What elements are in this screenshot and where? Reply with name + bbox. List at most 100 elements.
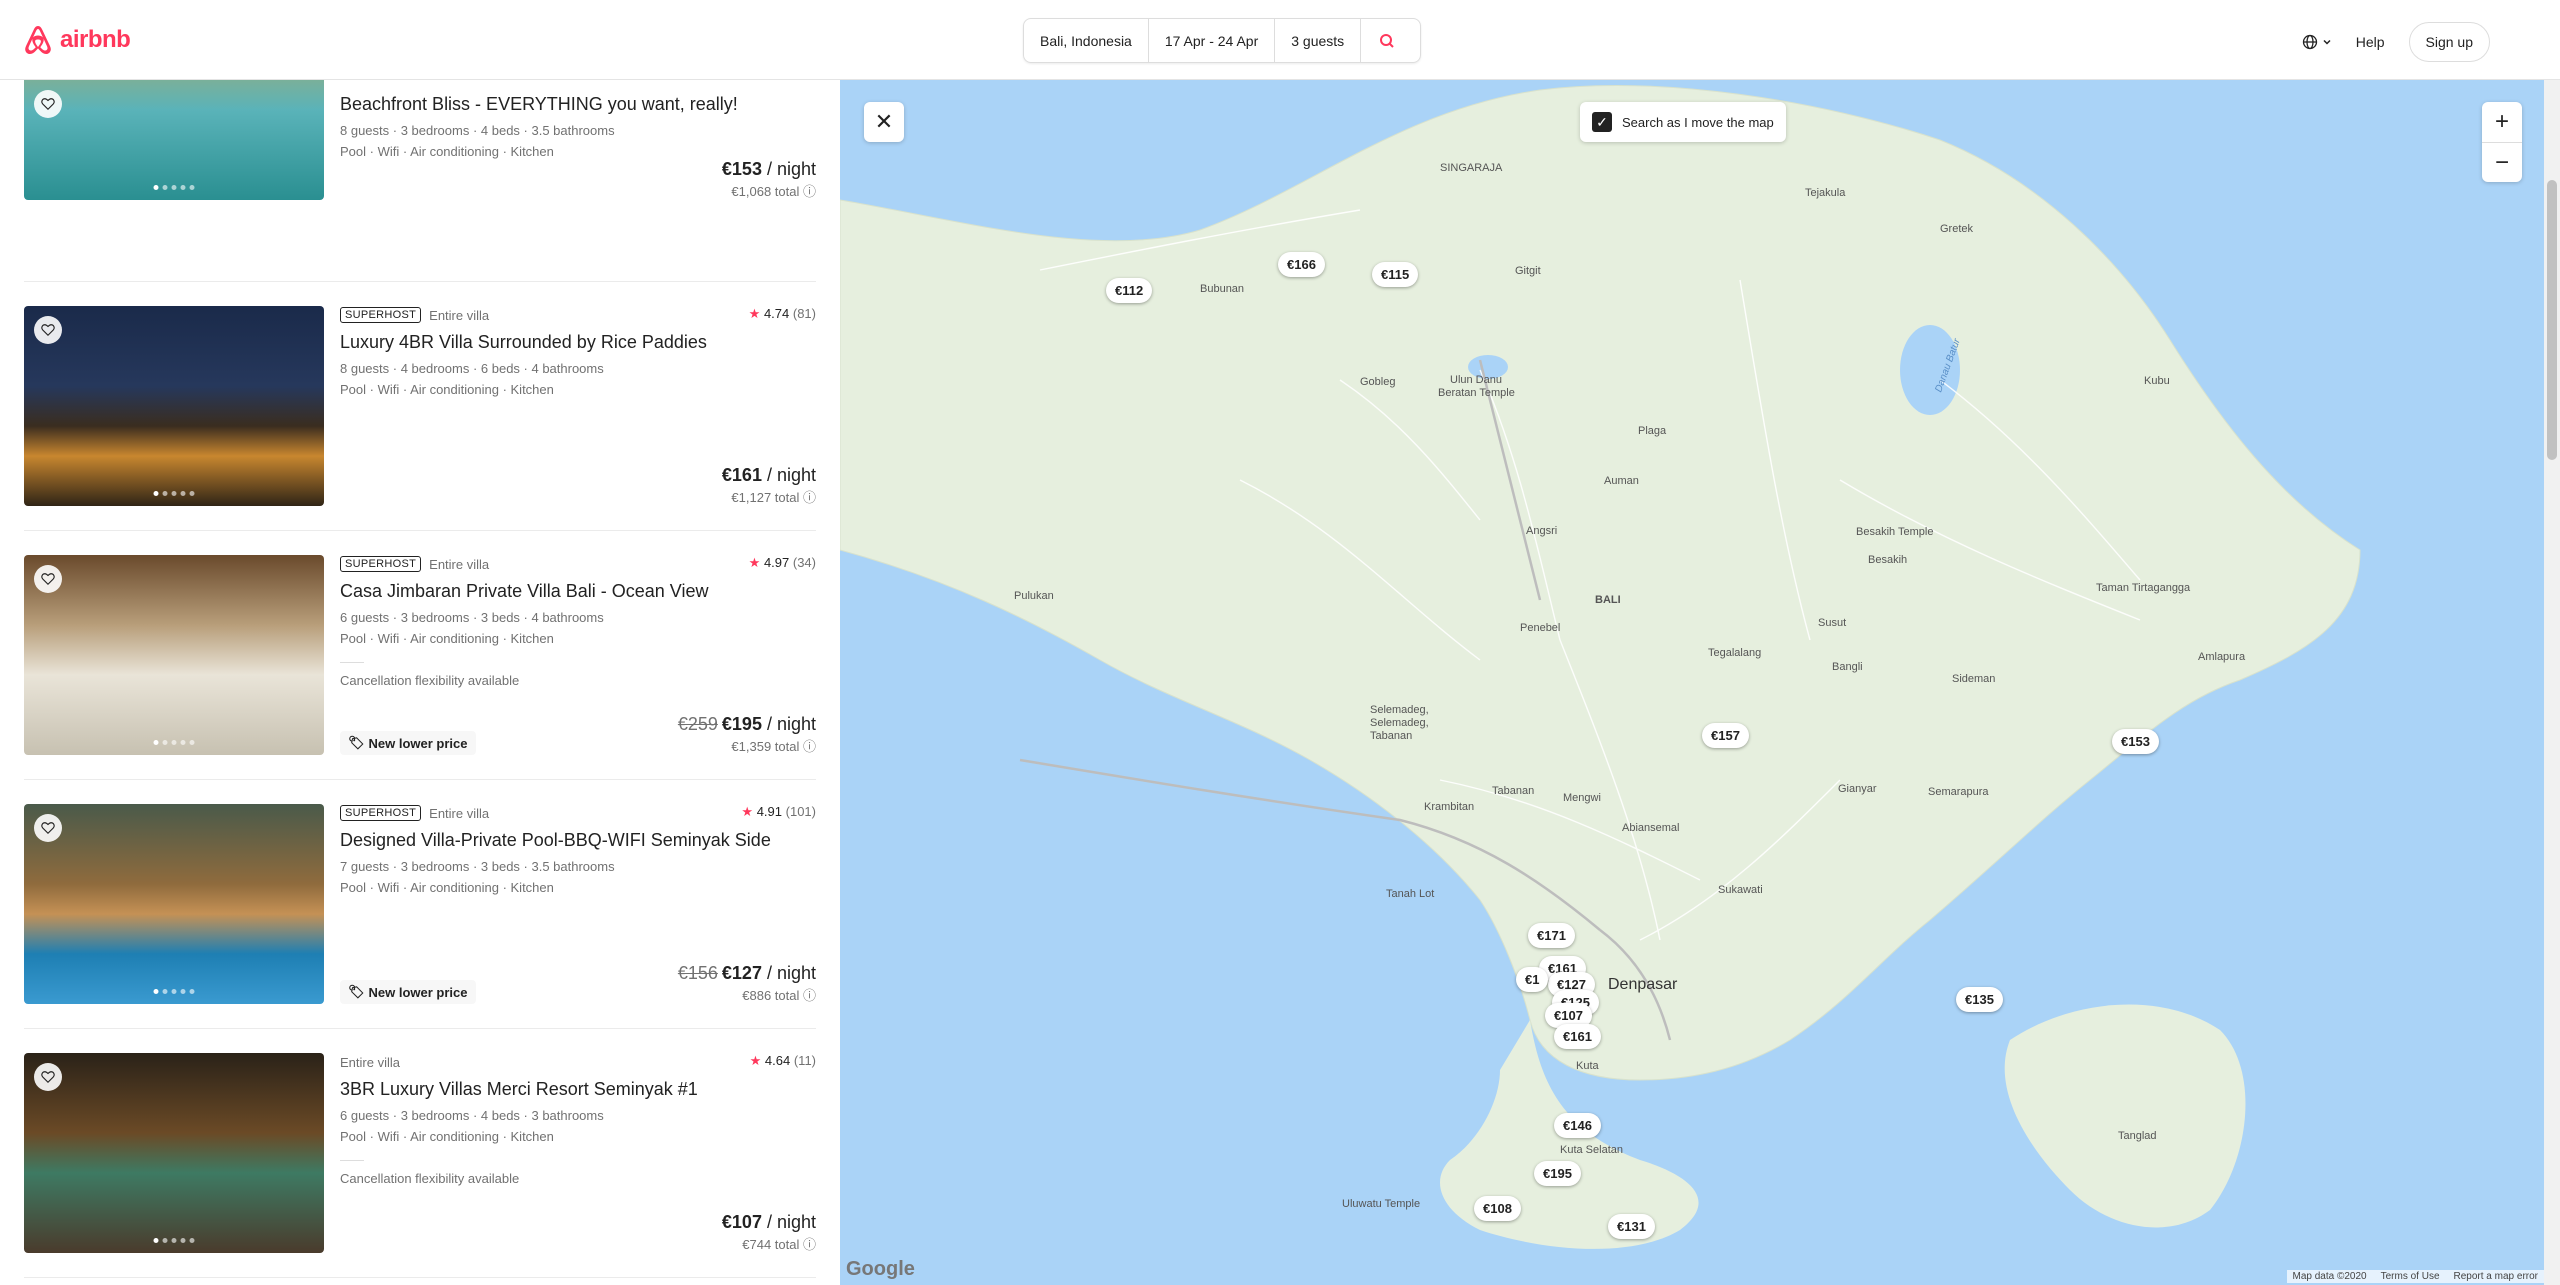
per-night: / night (761, 714, 816, 734)
map-price-pin[interactable]: €161 (1554, 1024, 1601, 1049)
superhost-badge: SUPERHOST (340, 307, 422, 323)
heart-icon[interactable] (34, 814, 62, 842)
listing-title[interactable]: Beachfront Bliss - EVERYTHING you want, … (340, 94, 816, 115)
price-total[interactable]: €1,359 total ⓘ (731, 736, 816, 755)
signup-button[interactable]: Sign up (2408, 22, 2490, 62)
map-price-pin[interactable]: €112 (1106, 278, 1153, 303)
total-text: €886 total (742, 988, 800, 1003)
place-label: Semarapura (1928, 786, 1989, 798)
search-bar[interactable]: Bali, Indonesia 17 Apr - 24 Apr 3 guests (1023, 18, 1421, 63)
old-price: €156 (677, 963, 718, 983)
zoom-out-button[interactable]: − (2482, 142, 2522, 182)
help-link[interactable]: Help (2356, 34, 2385, 50)
listing-title[interactable]: 3BR Luxury Villas Merci Resort Seminyak … (340, 1079, 816, 1100)
place-label: Gobleg (1360, 376, 1396, 388)
map-price-pin[interactable]: €153 (2112, 729, 2159, 754)
photo-dots (153, 989, 195, 994)
price-total[interactable]: €1,127 total ⓘ (731, 487, 816, 506)
price: €153 / night (722, 159, 816, 180)
place-label: Kuta Selatan (1560, 1144, 1623, 1156)
map-data-text: Map data ©2020 (2292, 1271, 2367, 1282)
listing-photo[interactable] (24, 80, 324, 200)
map-price-pin[interactable]: €146 (1554, 1113, 1601, 1138)
map-price-pin[interactable]: €115 (1372, 262, 1419, 287)
search-button[interactable] (1360, 19, 1412, 62)
price-total[interactable]: €1,068 total ⓘ (731, 181, 816, 200)
place-label: BALI (1595, 594, 1621, 606)
place-label: Abiansemal (1622, 822, 1680, 834)
map-price-pin[interactable]: €195 (1534, 1161, 1581, 1186)
photo-dots (153, 185, 195, 190)
heart-icon[interactable] (34, 316, 62, 344)
dates-field[interactable]: 17 Apr - 24 Apr (1149, 19, 1276, 62)
listing-photo[interactable] (24, 555, 324, 755)
old-price: €259 (677, 714, 718, 734)
place-label: Gitgit (1515, 265, 1541, 277)
map-price-pin[interactable]: €1 (1516, 967, 1549, 992)
tag-icon: 🏷 (348, 984, 365, 999)
map-price-pin[interactable]: €157 (1702, 723, 1749, 748)
rating: ★ 4.64 (11) (750, 1053, 816, 1069)
cancellation-note: Cancellation flexibility available (340, 673, 520, 688)
map-price-pin[interactable]: €108 (1474, 1196, 1521, 1221)
language-button[interactable] (2302, 34, 2332, 50)
divider (24, 530, 816, 531)
heart-icon[interactable] (34, 565, 62, 593)
scrollbar-thumb[interactable] (2547, 180, 2557, 460)
review-count: (101) (785, 804, 816, 819)
map-price-pin[interactable]: €131 (1608, 1214, 1655, 1239)
listing-details: 8 guests · 4 bedrooms · 6 beds · 4 bathr… (340, 361, 604, 376)
map-price-pin[interactable]: €166 (1278, 252, 1325, 277)
place-label: Besakih (1868, 554, 1908, 566)
listing-card[interactable]: SUPERHOST Entire villa ★ 4.74 (81) Luxur… (24, 306, 816, 506)
search-as-move-toggle[interactable]: ✓ Search as I move the map (1580, 102, 1786, 142)
location-field[interactable]: Bali, Indonesia (1024, 19, 1149, 62)
guests-field[interactable]: 3 guests (1275, 19, 1360, 62)
total-text: €1,127 total (731, 490, 800, 505)
heart-icon[interactable] (34, 90, 62, 118)
place-label: Sukawati (1718, 884, 1763, 896)
listing-card[interactable]: SUPERHOST Entire villa ★ 4.97 (34) Casa … (24, 555, 816, 755)
zoom-in-button[interactable]: + (2482, 102, 2522, 142)
listing-card[interactable]: Beachfront Bliss - EVERYTHING you want, … (24, 80, 816, 200)
map-price-pin[interactable]: €135 (1956, 987, 2003, 1012)
tag-icon: 🏷 (348, 735, 365, 750)
report-error-link[interactable]: Report a map error (2454, 1271, 2538, 1282)
place-label: Amlapura (2198, 651, 2246, 663)
listing-details: 6 guests · 3 bedrooms · 4 beds · 3 bathr… (340, 1108, 604, 1123)
listing-photo[interactable] (24, 1053, 324, 1253)
property-type: Entire villa (429, 307, 490, 323)
place-label: Taman Tirtagangga (2096, 582, 2191, 594)
star-icon: ★ (748, 555, 761, 570)
map-price-pin[interactable]: €171 (1528, 923, 1575, 948)
listing-card[interactable]: Entire villa ★ 4.64 (11) 3BR Luxury Vill… (24, 1053, 816, 1253)
terms-link[interactable]: Terms of Use (2381, 1271, 2440, 1282)
total-text: €1,359 total (731, 739, 800, 754)
listing-photo[interactable] (24, 306, 324, 506)
airbnb-logo[interactable]: airbnb (22, 24, 131, 56)
divider (340, 662, 364, 663)
place-label: Tanglad (2118, 1130, 2157, 1142)
review-count: (81) (792, 306, 816, 321)
listing-card[interactable]: SUPERHOST Entire villa ★ 4.91 (101) Desi… (24, 804, 816, 1004)
close-map-button[interactable]: ✕ (864, 102, 904, 142)
checkbox-checked-icon[interactable]: ✓ (1592, 112, 1612, 132)
place-label: Kubu (2144, 375, 2170, 387)
listing-title[interactable]: Luxury 4BR Villa Surrounded by Rice Padd… (340, 332, 816, 353)
listing-title[interactable]: Casa Jimbaran Private Villa Bali - Ocean… (340, 581, 816, 602)
place-label: Tabanan (1492, 785, 1535, 797)
star-icon: ★ (741, 804, 754, 819)
price-value: €153 (721, 159, 762, 179)
rating-value: 4.74 (763, 306, 790, 321)
heart-icon[interactable] (34, 1063, 62, 1091)
map[interactable]: ✕ ✓ Search as I move the map + − SINGARA… (840, 80, 2544, 1285)
property-type: Entire villa (429, 805, 490, 821)
place-label: Gianyar (1838, 783, 1877, 795)
airbnb-logo-icon (25, 26, 51, 54)
listing-title[interactable]: Designed Villa-Private Pool-BBQ-WIFI Sem… (340, 830, 816, 851)
listing-photo[interactable] (24, 804, 324, 1004)
price-total[interactable]: €886 total ⓘ (742, 985, 816, 1004)
rating: ★ 4.74 (81) (749, 306, 816, 322)
price-total[interactable]: €744 total ⓘ (742, 1234, 816, 1253)
scrollbar[interactable] (2544, 80, 2560, 1285)
